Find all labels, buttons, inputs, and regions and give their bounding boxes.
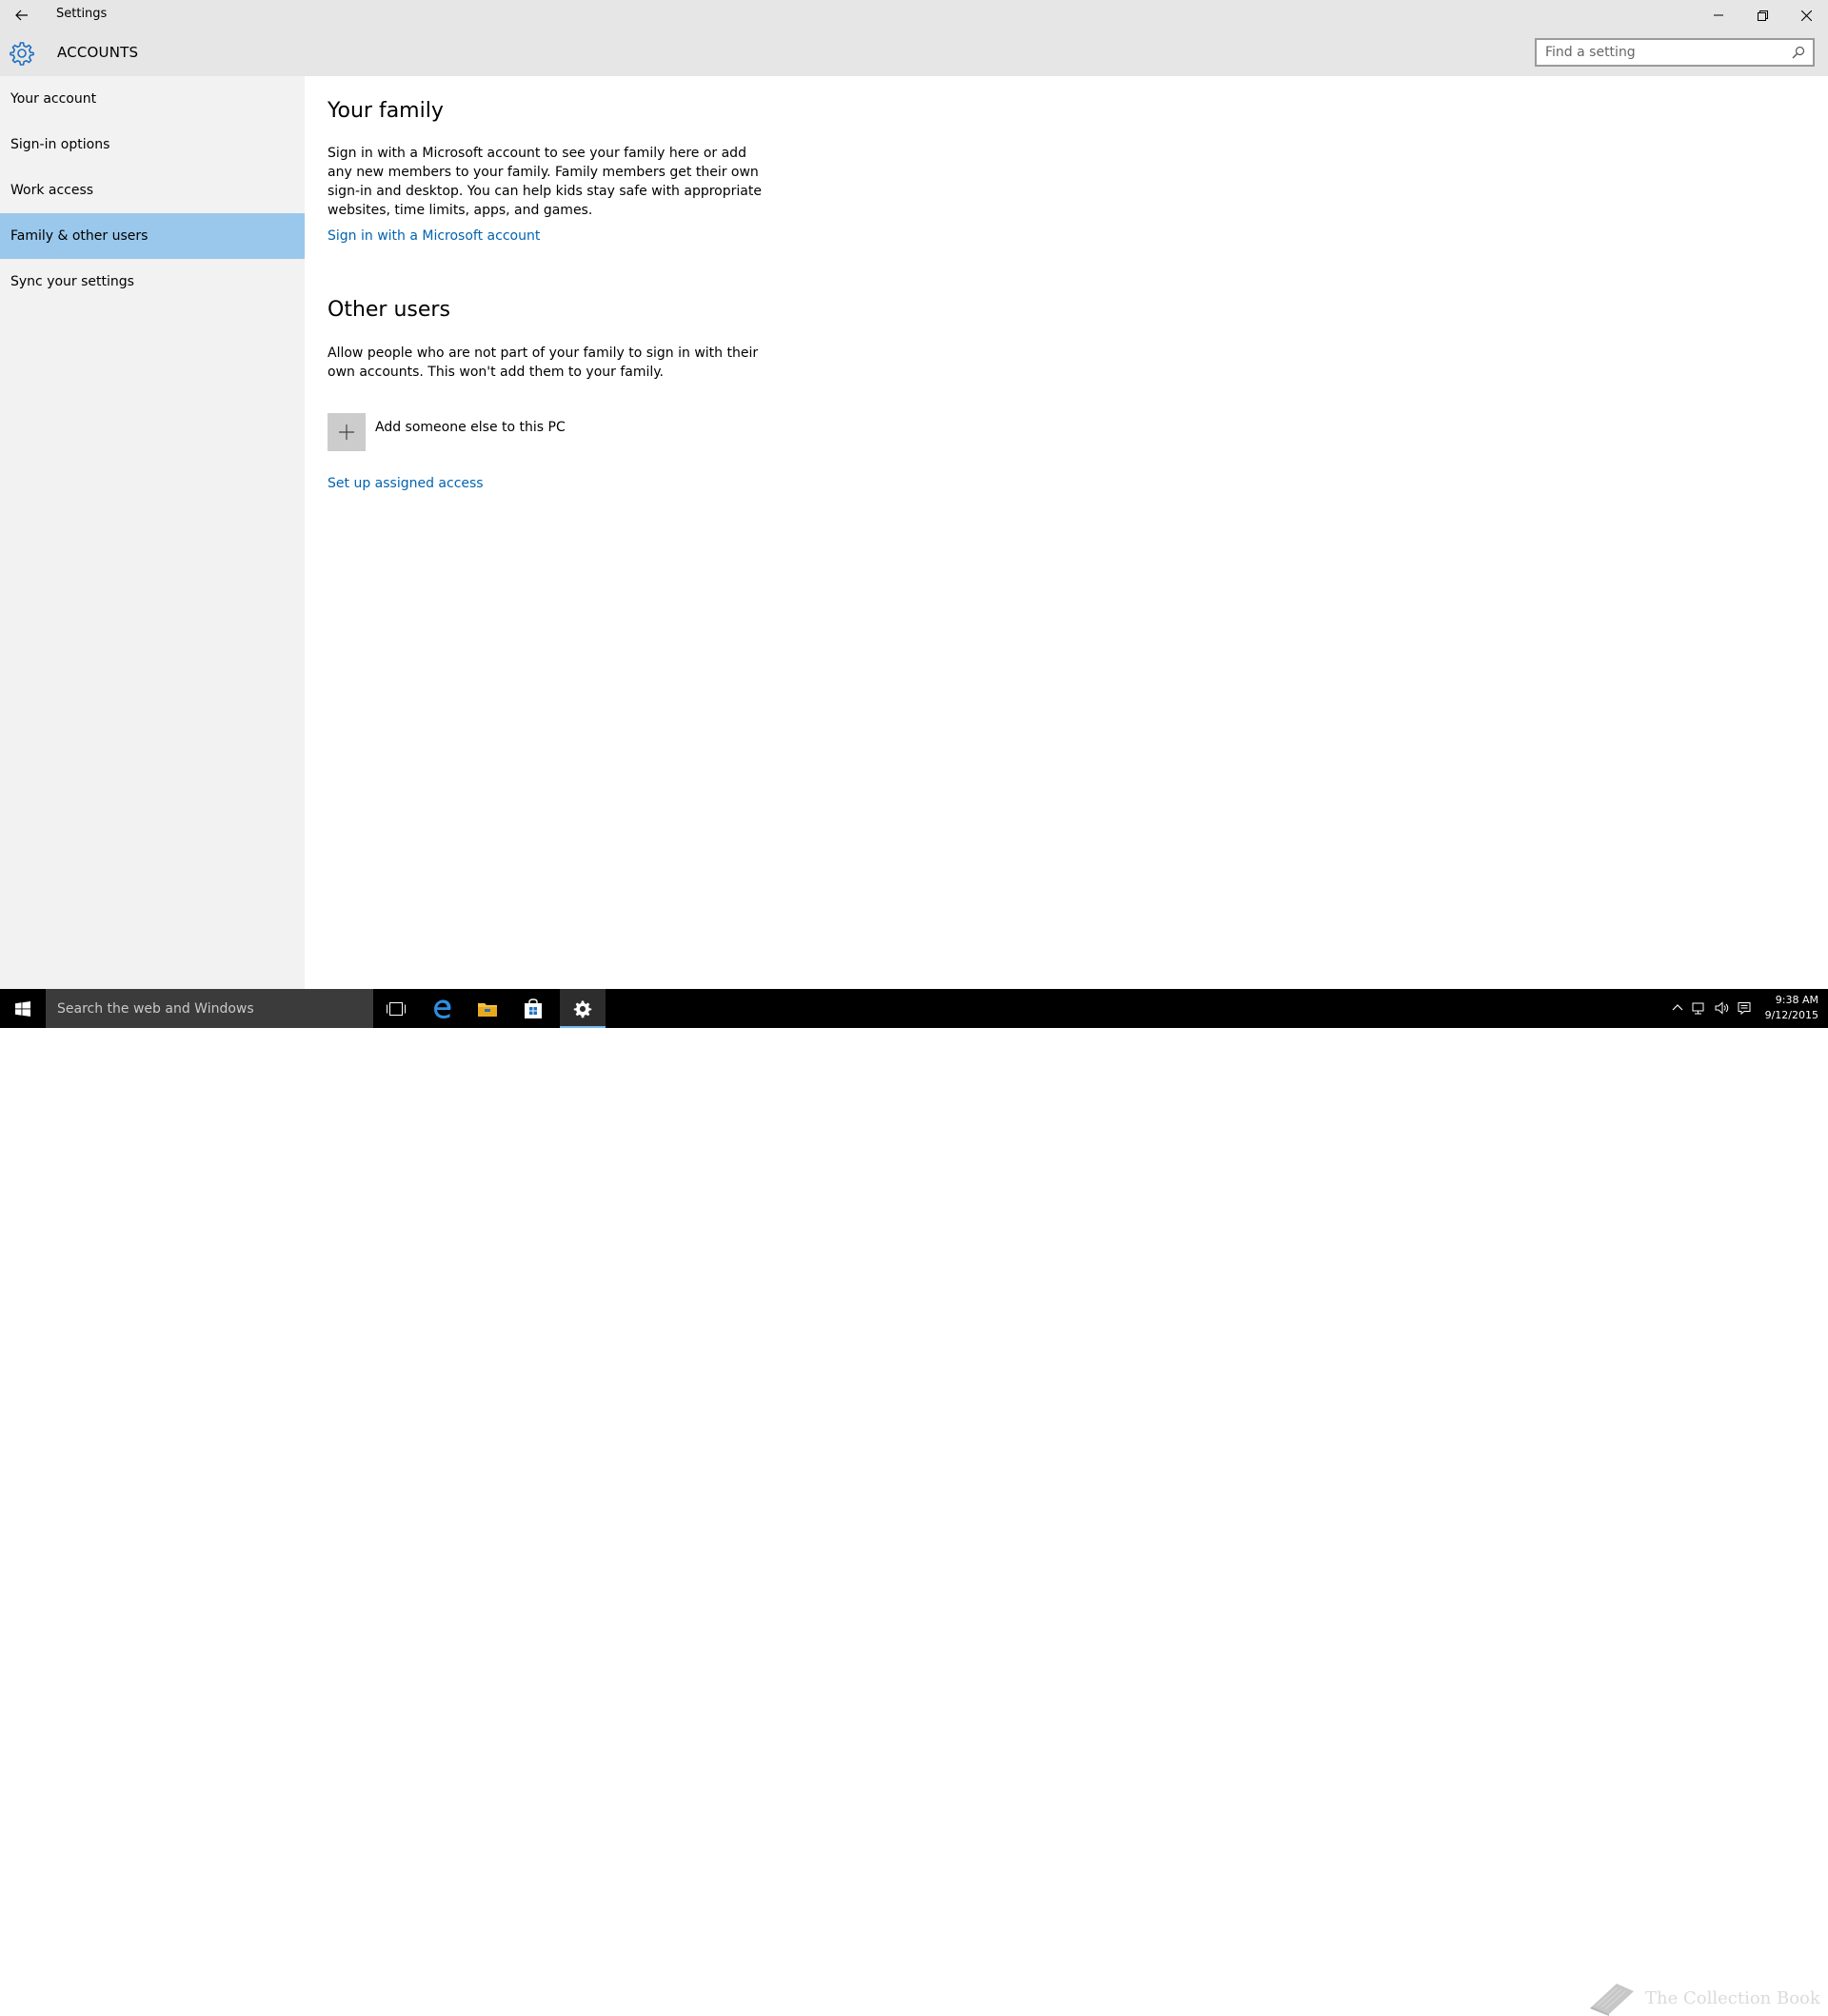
taskbar: Search the web and Windows The Collectio…: [0, 989, 1828, 2016]
sidebar-item-your-account[interactable]: Your account: [0, 76, 305, 122]
add-someone-label: Add someone else to this PC: [375, 420, 566, 435]
assigned-access-link[interactable]: Set up assigned access: [328, 476, 484, 491]
sign-in-microsoft-link[interactable]: Sign in with a Microsoft account: [328, 228, 540, 244]
taskbar-search[interactable]: Search the web and Windows: [46, 989, 373, 1028]
edge-icon: [434, 999, 451, 1018]
restore-button[interactable]: [1740, 0, 1784, 30]
add-tile: [328, 413, 366, 451]
main-content: Your family Sign in with a Microsoft acc…: [305, 76, 1828, 989]
taskbar-clock[interactable]: 9:38 AM 9/12/2015: [1756, 993, 1818, 1023]
family-description: Sign in with a Microsoft account to see …: [328, 146, 762, 218]
task-view-icon: [387, 1001, 406, 1016]
sidebar-item-work-access[interactable]: Work access: [0, 168, 305, 213]
show-hidden-icons-icon[interactable]: [1670, 1000, 1685, 1016]
search-input[interactable]: [1537, 40, 1783, 65]
add-someone-button[interactable]: Add someone else to this PC: [328, 413, 566, 451]
restore-icon: [1757, 10, 1768, 21]
volume-icon[interactable]: [1714, 1000, 1729, 1016]
settings-taskbar-button[interactable]: [560, 989, 606, 1028]
sidebar: Your account Sign-in options Work access…: [0, 76, 305, 989]
watermark: The Collection Book: [1588, 1980, 1820, 2016]
sidebar-item-label: Sign-in options: [10, 137, 110, 152]
store-icon: [525, 998, 542, 1018]
start-button[interactable]: [0, 989, 46, 1028]
back-button[interactable]: [8, 3, 36, 28]
sidebar-item-sync-settings[interactable]: Sync your settings: [0, 259, 305, 305]
page-title: ACCOUNTS: [57, 44, 139, 61]
watermark-text: The Collection Book: [1645, 1987, 1820, 2008]
gear-icon: [10, 42, 34, 66]
file-explorer-taskbar-button[interactable]: [465, 989, 510, 1028]
book-logo-icon: [1590, 1984, 1634, 2016]
action-center-icon[interactable]: [1737, 1000, 1752, 1016]
clock-date: 9/12/2015: [1764, 1009, 1818, 1021]
search-icon[interactable]: [1792, 46, 1805, 59]
clock-time: 9:38 AM: [1775, 994, 1818, 1006]
sidebar-item-sign-in-options[interactable]: Sign-in options: [0, 122, 305, 168]
network-icon[interactable]: [1691, 1000, 1706, 1016]
folder-icon: [478, 1002, 497, 1017]
sidebar-item-label: Sync your settings: [10, 274, 134, 289]
edge-taskbar-button[interactable]: [419, 989, 465, 1028]
minimize-icon: [1714, 14, 1723, 16]
title-bar: Settings: [0, 0, 1828, 30]
sidebar-item-label: Your account: [10, 91, 97, 107]
other-users-heading: Other users: [328, 298, 450, 322]
task-view-button[interactable]: [373, 989, 419, 1028]
store-taskbar-button[interactable]: [510, 989, 556, 1028]
sidebar-item-family-other-users[interactable]: Family & other users: [0, 213, 305, 259]
search-box[interactable]: [1535, 38, 1815, 67]
plus-icon: [339, 425, 354, 440]
close-button[interactable]: [1784, 0, 1828, 30]
close-icon: [1800, 10, 1812, 21]
sidebar-item-label: Family & other users: [10, 228, 149, 244]
minimize-button[interactable]: [1697, 0, 1740, 30]
family-heading: Your family: [328, 99, 444, 123]
back-arrow-icon: [15, 10, 28, 21]
settings-gear-icon: [573, 1000, 592, 1018]
header-bar: ACCOUNTS: [0, 30, 1828, 76]
sidebar-item-label: Work access: [10, 183, 94, 198]
windows-logo-icon: [15, 1000, 30, 1017]
window-title: Settings: [56, 7, 108, 21]
other-users-description: Allow people who are not part of your fa…: [328, 346, 759, 380]
taskbar-search-placeholder: Search the web and Windows: [57, 1000, 254, 1017]
